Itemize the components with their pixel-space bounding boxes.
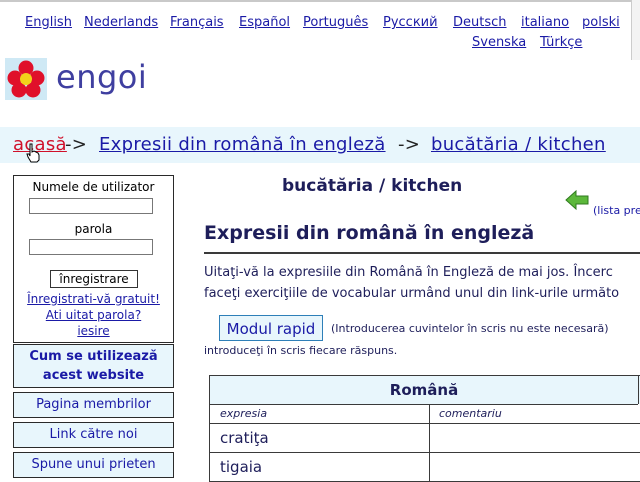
window-top-border <box>0 0 640 2</box>
heading-divider <box>204 252 640 254</box>
vocabulary-table: Română expresia comentariu cratiţa tigai… <box>209 375 640 482</box>
password-input[interactable] <box>29 239 153 255</box>
quick-mode-note-continued: introduceţi în scris fiecare răspuns. <box>204 344 398 357</box>
page-title: bucătăria / kitchen <box>282 176 463 196</box>
lang-link-english[interactable]: English <box>25 15 72 30</box>
table-column-divider <box>429 405 430 481</box>
intro-text-line: faceţi exerciţiile de vocabular urmând u… <box>204 286 620 301</box>
table-row: cratiţa <box>210 424 640 453</box>
intro-text-line: Uitaţi-vă la expresiile din Română în En… <box>204 265 613 280</box>
site-logo-text[interactable]: engoi <box>56 58 147 96</box>
cell-expression: tigaia <box>220 458 263 476</box>
login-panel: Numele de utilizator parola înregistrare… <box>13 175 174 343</box>
table-row: tigaia <box>210 453 640 481</box>
quick-mode-button[interactable]: Modul rapid <box>219 315 323 341</box>
hand-cursor-icon <box>26 143 40 163</box>
lang-link-francais[interactable]: Français <box>170 15 224 30</box>
tell-a-friend-link[interactable]: Spune unui prieten <box>13 452 174 478</box>
forgot-password-link[interactable]: Ati uitat parola? <box>14 308 173 322</box>
breadcrumb-section-link[interactable]: Expresii din română în engleză <box>99 127 386 163</box>
engoi-flower-logo-icon[interactable] <box>5 58 47 100</box>
cell-expression: cratiţa <box>220 429 269 447</box>
members-page-link[interactable]: Pagina membrilor <box>13 392 174 418</box>
breadcrumb-current-link[interactable]: bucătăria / kitchen <box>431 127 606 163</box>
password-label: parola <box>74 222 113 236</box>
quick-mode-note: (Introducerea cuvintelor în scris nu est… <box>331 322 609 335</box>
breadcrumb-separator: -> <box>65 134 88 155</box>
lang-link-deutsch[interactable]: Deutsch <box>453 15 507 30</box>
language-bar: English Nederlands Français Español Port… <box>0 15 640 55</box>
back-arrow-icon[interactable] <box>565 188 589 212</box>
lang-link-espanol[interactable]: Español <box>239 15 290 30</box>
breadcrumb: acasă -> Expresii din română în engleză … <box>0 127 640 163</box>
table-subheader-row: expresia comentariu <box>210 405 640 424</box>
section-heading: Expresii din română în engleză <box>204 222 535 244</box>
lang-link-turkce[interactable]: Türkçe <box>540 35 582 50</box>
lang-link-russian[interactable]: Русский <box>383 15 438 30</box>
logout-link[interactable]: iesire <box>14 324 173 338</box>
column-header-comment: comentariu <box>439 407 502 420</box>
lang-link-portugues[interactable]: Português <box>303 15 368 30</box>
lang-link-svenska[interactable]: Svenska <box>472 35 526 50</box>
breadcrumb-separator: -> <box>398 134 421 155</box>
table-header-language: Română <box>210 376 638 405</box>
how-to-use-link[interactable]: Cum se utilizează acest website <box>13 344 174 388</box>
lang-link-polski[interactable]: polski <box>582 15 620 30</box>
login-button[interactable]: înregistrare <box>50 270 138 288</box>
lang-link-nederlands[interactable]: Nederlands <box>84 15 158 30</box>
lang-link-italiano[interactable]: italiano <box>521 15 569 30</box>
register-link[interactable]: Înregistrati-vă gratuit! <box>14 292 173 306</box>
username-label: Numele de utilizator <box>32 180 155 194</box>
link-to-us-link[interactable]: Link către noi <box>13 422 174 448</box>
username-input[interactable] <box>29 198 153 214</box>
previous-list-link[interactable]: (lista pre <box>593 204 640 217</box>
column-header-expression: expresia <box>220 407 268 420</box>
